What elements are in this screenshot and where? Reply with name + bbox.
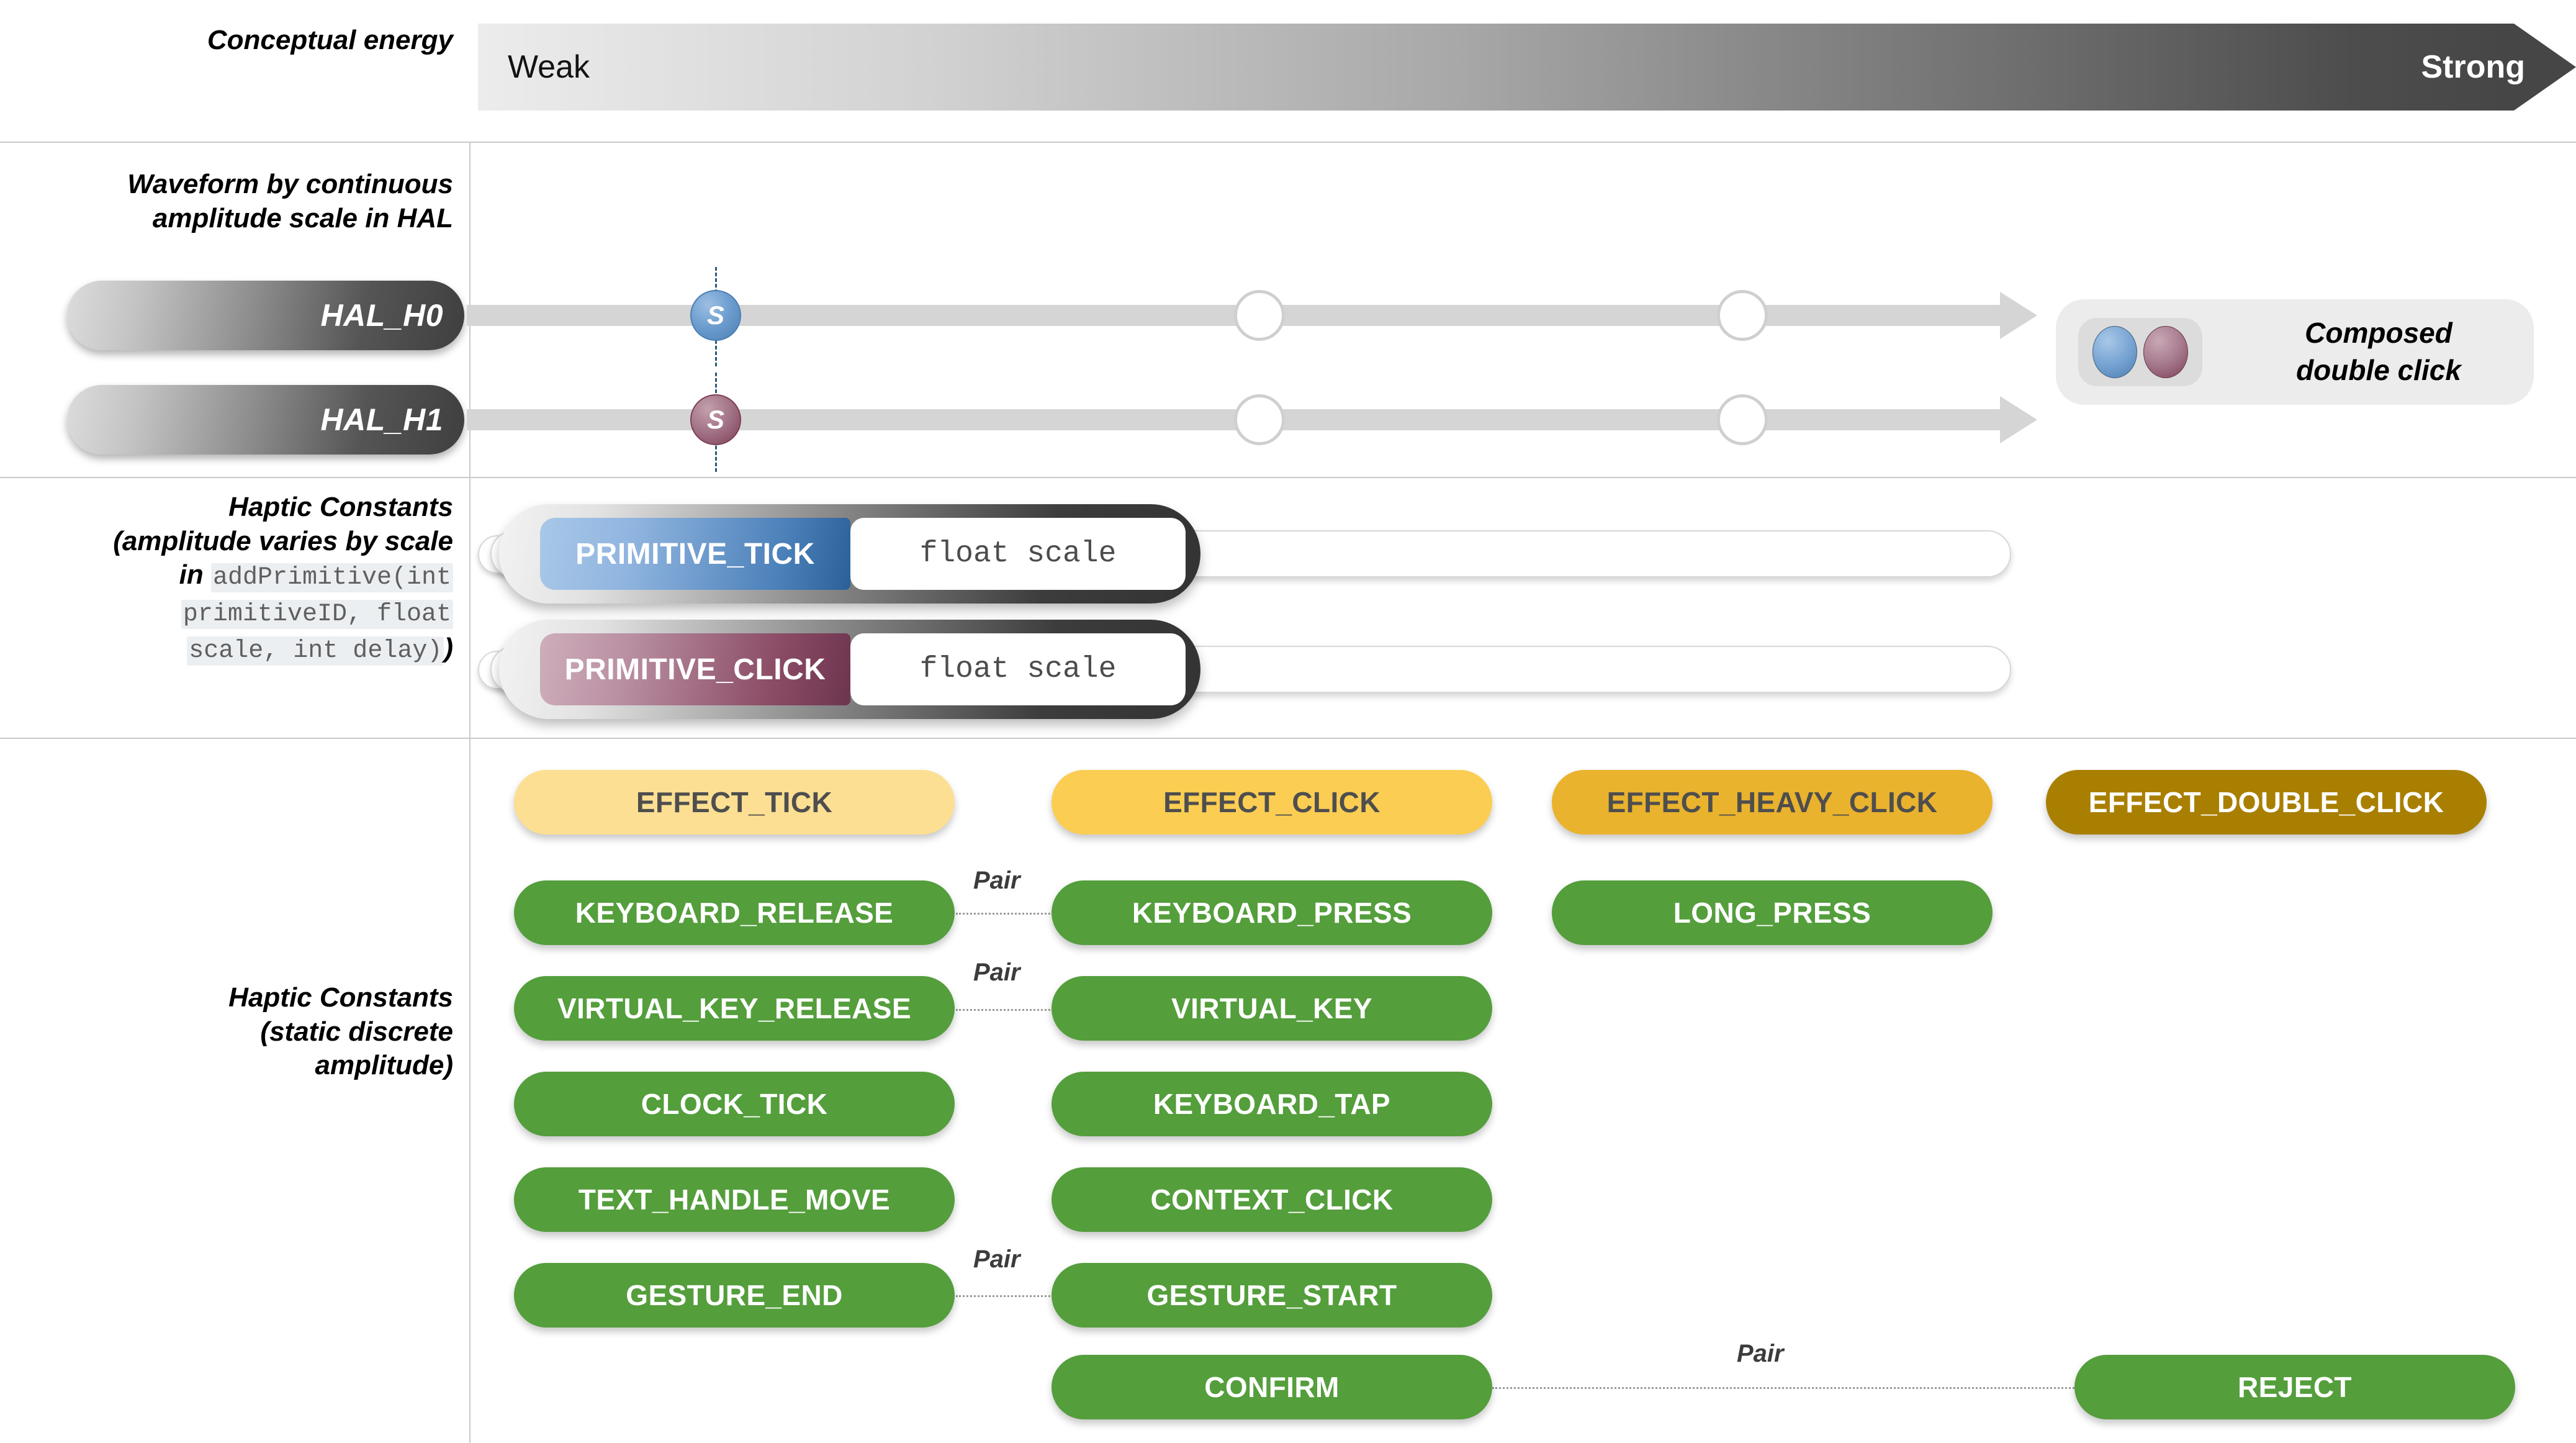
composed-double-click-label: Composed double click [2223,315,2534,389]
hal-h0-node-right[interactable] [1717,290,1768,341]
primitives-label-line2: (amplitude varies by scale [113,525,453,556]
constant-virtual-key-pill[interactable]: VIRTUAL_KEY [1052,976,1492,1041]
primitive-click-capsule[interactable]: PRIMITIVE_CLICK float scale [499,620,1200,719]
pair-label-gesture: Pair [973,1246,1020,1273]
constant-long-press-pill[interactable]: LONG_PRESS [1552,880,1993,945]
static-label-line2: (static discrete [260,1016,453,1047]
constant-gesture-start-pill[interactable]: GESTURE_START [1052,1263,1492,1328]
primitives-label-close-paren: ) [444,633,453,664]
row-label-haptic-constants-static: Haptic Constants (static discrete amplit… [0,981,453,1083]
composed-double-click-card[interactable]: Composed double click [2056,299,2534,405]
row-label-conceptual-energy: Conceptual energy [207,25,453,55]
constant-keyboard-press-pill[interactable]: KEYBOARD_PRESS [1052,880,1492,945]
pair-connector-confirm-reject [1492,1387,2074,1389]
hal-h0-label: HAL_H0 [320,298,443,333]
energy-arrow-body [478,24,2514,111]
energy-gradient-arrow: Weak Strong [478,24,2576,111]
energy-strong-label: Strong [2421,49,2525,85]
composed-dot-maroon-icon [2143,326,2188,378]
primitives-code-line1: addPrimitive(int [210,563,453,593]
constant-confirm-pill[interactable]: CONFIRM [1052,1355,1492,1419]
effect-tick-pill[interactable]: EFFECT_TICK [514,770,955,835]
row-label-haptic-constants-scaled: Haptic Constants (amplitude varies by sc… [0,491,453,668]
section-divider-2 [0,477,2576,478]
waveform-label-line1: Waveform by continuous [127,169,453,199]
pair-connector-keyboard [956,913,1050,915]
hal-h0-scale-marker[interactable]: S [690,290,741,341]
hal-h1-node-right[interactable] [1717,394,1768,445]
hal-h0-node-mid[interactable] [1234,290,1285,341]
constant-keyboard-tap-pill[interactable]: KEYBOARD_TAP [1052,1072,1492,1136]
pair-label-confirm-reject: Pair [1737,1340,1784,1367]
label-column-divider [469,142,471,1443]
pair-connector-gesture [956,1295,1050,1297]
primitives-label-line1: Haptic Constants [228,492,453,522]
pair-connector-virtual-key [956,1009,1050,1011]
hal-h1-scale-marker[interactable]: S [690,394,741,445]
hal-h1-pill[interactable]: HAL_H1 [67,385,464,455]
hal-h1-node-mid[interactable] [1234,394,1285,445]
constant-gesture-end-pill[interactable]: GESTURE_END [514,1263,955,1328]
primitive-tick-name: PRIMITIVE_TICK [540,518,850,590]
primitives-label-in: in [179,559,211,590]
primitives-code-line2: primitiveID, float [181,600,453,630]
constant-clock-tick-pill[interactable]: CLOCK_TICK [514,1072,955,1136]
effect-heavy-click-pill[interactable]: EFFECT_HEAVY_CLICK [1552,770,1993,835]
section-divider-3 [0,738,2576,739]
composed-label-line2: double click [2296,354,2461,386]
hal-h0-pill[interactable]: HAL_H0 [67,281,464,350]
primitive-click-capsule-inner: PRIMITIVE_CLICK float scale [540,633,1186,705]
energy-weak-label: Weak [508,49,590,85]
constant-context-click-pill[interactable]: CONTEXT_CLICK [1052,1167,1492,1232]
hal-h0-arrowhead-icon [2000,292,2037,339]
primitive-tick-capsule[interactable]: PRIMITIVE_TICK float scale [499,504,1200,604]
primitive-click-name: PRIMITIVE_CLICK [540,633,850,705]
section-divider-1 [0,142,2576,143]
hal-h1-scale-marker-label: S [706,405,724,434]
effect-click-pill[interactable]: EFFECT_CLICK [1052,770,1492,835]
primitive-click-arg: float scale [850,633,1186,705]
primitives-code-line3: scale, int delay) [187,636,444,666]
constant-keyboard-release-pill[interactable]: KEYBOARD_RELEASE [514,880,955,945]
composed-double-click-icon [2078,318,2202,386]
composed-dot-blue-icon [2092,326,2137,378]
pair-label-virtual-key: Pair [973,959,1020,986]
constant-reject-pill[interactable]: REJECT [2074,1355,2515,1419]
pair-label-keyboard: Pair [973,867,1020,894]
composed-label-line1: Composed [2305,317,2452,350]
primitive-tick-capsule-inner: PRIMITIVE_TICK float scale [540,518,1186,590]
primitive-tick-arg: float scale [850,518,1186,590]
diagram-root: Conceptual energy Weak Strong Waveform b… [0,0,2576,1443]
hal-h1-label: HAL_H1 [320,402,443,437]
waveform-label-line2: amplitude scale in HAL [152,202,453,233]
row-label-waveform: Waveform by continuous amplitude scale i… [0,168,453,235]
constant-text-handle-move-pill[interactable]: TEXT_HANDLE_MOVE [514,1167,955,1232]
constant-virtual-key-release-pill[interactable]: VIRTUAL_KEY_RELEASE [514,976,955,1041]
static-label-line3: amplitude) [315,1050,453,1081]
hal-h0-scale-marker-label: S [706,301,724,330]
effect-double-click-pill[interactable]: EFFECT_DOUBLE_CLICK [2046,770,2487,835]
static-label-line1: Haptic Constants [228,982,453,1013]
hal-h1-arrowhead-icon [2000,396,2037,443]
